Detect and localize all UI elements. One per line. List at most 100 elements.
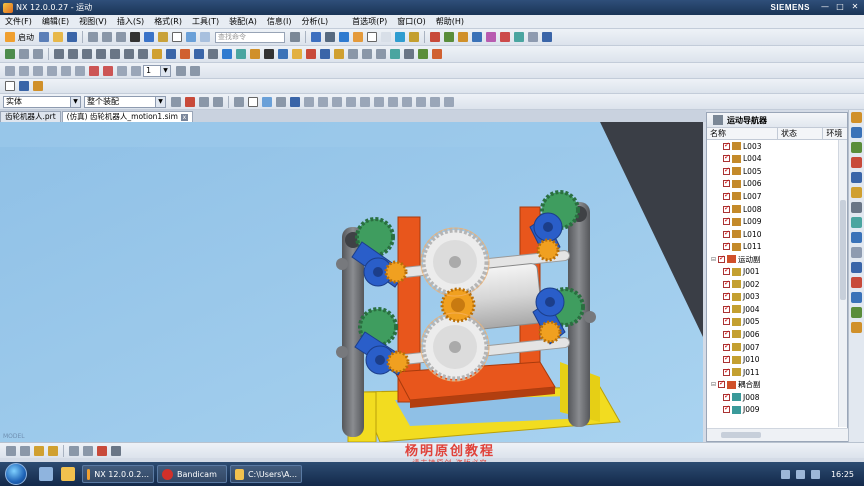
contact-icon[interactable]: [528, 32, 538, 42]
touch-mode-icon[interactable]: [200, 32, 210, 42]
force-icon[interactable]: [180, 49, 190, 59]
help-icon[interactable]: [33, 81, 43, 91]
visibility-checkbox[interactable]: [723, 279, 730, 288]
stop-icon[interactable]: [103, 65, 113, 76]
selection-scope-select[interactable]: 整个装配 ▼: [84, 95, 166, 108]
sensor-icon[interactable]: [208, 49, 218, 59]
visibility-checkbox[interactable]: [723, 392, 730, 401]
endpoint-icon[interactable]: [304, 96, 314, 107]
new-file-icon[interactable]: [39, 32, 49, 42]
tree-group-row[interactable]: ⊟ 运动副: [707, 253, 847, 266]
shaded-icon[interactable]: [339, 32, 349, 42]
delete-icon[interactable]: [130, 32, 140, 42]
bushing-icon[interactable]: [138, 49, 148, 59]
menu-help[interactable]: 帮助(H): [431, 16, 469, 27]
visibility-checkbox[interactable]: [723, 141, 730, 150]
environment-icon[interactable]: [5, 49, 15, 59]
menu-edit[interactable]: 编辑(E): [37, 16, 74, 27]
tree-row[interactable]: J002: [707, 278, 847, 291]
menu-analysis[interactable]: 分析(L): [296, 16, 333, 27]
interference-icon[interactable]: [348, 49, 358, 59]
finish-animation-icon[interactable]: [190, 65, 200, 76]
solution-icon[interactable]: [278, 49, 288, 59]
minimize-button[interactable]: —: [818, 1, 832, 13]
expand-toggle-icon[interactable]: ⊟: [711, 256, 717, 263]
render-style-icon[interactable]: [325, 32, 335, 42]
gear-coupler-icon[interactable]: [542, 32, 552, 42]
assembly-navigator-icon[interactable]: [851, 112, 862, 123]
feature-select-icon[interactable]: [234, 96, 244, 107]
frame-select[interactable]: 1 ▼: [143, 64, 171, 77]
visibility-checkbox[interactable]: [723, 241, 730, 251]
reuse-library-icon[interactable]: [851, 157, 862, 168]
start-menu-button[interactable]: 启动: [18, 32, 34, 43]
history-icon[interactable]: [851, 202, 862, 213]
more-tools-icon[interactable]: [111, 445, 121, 456]
knowledge-icon[interactable]: [851, 322, 862, 333]
pan-icon[interactable]: [34, 445, 44, 456]
task-bandicam[interactable]: Bandicam: [157, 465, 227, 483]
command-finder-icon[interactable]: [186, 32, 196, 42]
tree-row[interactable]: L005: [707, 165, 847, 178]
export-icon[interactable]: [418, 49, 428, 59]
damper-icon[interactable]: [514, 32, 524, 42]
menu-preferences[interactable]: 首选项(P): [347, 16, 392, 27]
visibility-checkbox[interactable]: [723, 367, 730, 376]
point-on-curve-icon[interactable]: [250, 49, 260, 59]
column-environment[interactable]: 环境: [823, 128, 847, 139]
solver-icon[interactable]: [472, 32, 482, 42]
scroll-thumb[interactable]: [721, 432, 761, 438]
control-point-icon[interactable]: [332, 96, 342, 107]
visibility-checkbox[interactable]: [723, 166, 730, 175]
volume-icon[interactable]: [795, 469, 805, 479]
visibility-checkbox[interactable]: [723, 329, 730, 338]
zoom-icon[interactable]: [20, 445, 30, 456]
general-selection-icon[interactable]: [171, 96, 181, 107]
background-icon[interactable]: [367, 32, 377, 42]
column-status[interactable]: 状态: [778, 128, 824, 139]
type-filter-select[interactable]: 实体 ▼: [3, 95, 81, 108]
view-orient-icon[interactable]: [311, 32, 321, 42]
palette-icon[interactable]: [851, 307, 862, 318]
point-on-curve-snap-icon[interactable]: [402, 96, 412, 107]
save-icon[interactable]: [67, 32, 77, 42]
network-icon[interactable]: [780, 469, 790, 479]
color-icon[interactable]: [353, 32, 363, 42]
solve-icon[interactable]: [292, 49, 302, 59]
tree-row[interactable]: L011: [707, 240, 847, 253]
tree-row[interactable]: J005: [707, 316, 847, 329]
ball-icon[interactable]: [264, 49, 274, 59]
menu-assemblies[interactable]: 装配(A): [224, 16, 262, 27]
master-model-icon[interactable]: [19, 49, 29, 59]
tree-group-row[interactable]: ⊟ 耦合副: [707, 378, 847, 391]
cam-icon[interactable]: [82, 49, 92, 59]
loop-icon[interactable]: [117, 65, 127, 76]
visibility-checkbox[interactable]: [723, 404, 730, 414]
section-icon[interactable]: [97, 445, 107, 456]
visibility-checkbox[interactable]: [723, 266, 730, 276]
arc-center-icon[interactable]: [360, 96, 370, 107]
clock[interactable]: 16:25: [831, 470, 854, 479]
visibility-checkbox[interactable]: [718, 254, 725, 263]
visibility-checkbox[interactable]: [723, 304, 730, 313]
tab-motion-sim[interactable]: (仿真) 齿轮机器人_motion1.sim x: [61, 111, 193, 122]
box-select-icon[interactable]: [248, 96, 258, 107]
tab-prt[interactable]: 齿轮机器人.prt: [0, 111, 61, 122]
step-back-icon[interactable]: [19, 65, 29, 76]
visibility-checkbox[interactable]: [723, 291, 730, 301]
navigator-horizontal-scrollbar[interactable]: [707, 428, 849, 441]
play-icon[interactable]: [47, 65, 57, 76]
new-window-icon[interactable]: [5, 81, 15, 91]
navigator-vertical-scrollbar[interactable]: [838, 140, 847, 427]
driver-icon[interactable]: [458, 32, 468, 42]
snap-view-icon[interactable]: [395, 32, 405, 42]
menu-insert[interactable]: 插入(S): [112, 16, 149, 27]
tree-row[interactable]: L009: [707, 215, 847, 228]
visibility-checkbox[interactable]: [723, 216, 730, 226]
graphics-window[interactable]: MODEL: [0, 122, 703, 442]
torque-icon[interactable]: [194, 49, 204, 59]
measure-distance-icon[interactable]: [69, 445, 79, 456]
fast-forward-icon[interactable]: [75, 65, 85, 76]
visibility-checkbox[interactable]: [723, 178, 730, 188]
start-button[interactable]: [5, 463, 27, 485]
